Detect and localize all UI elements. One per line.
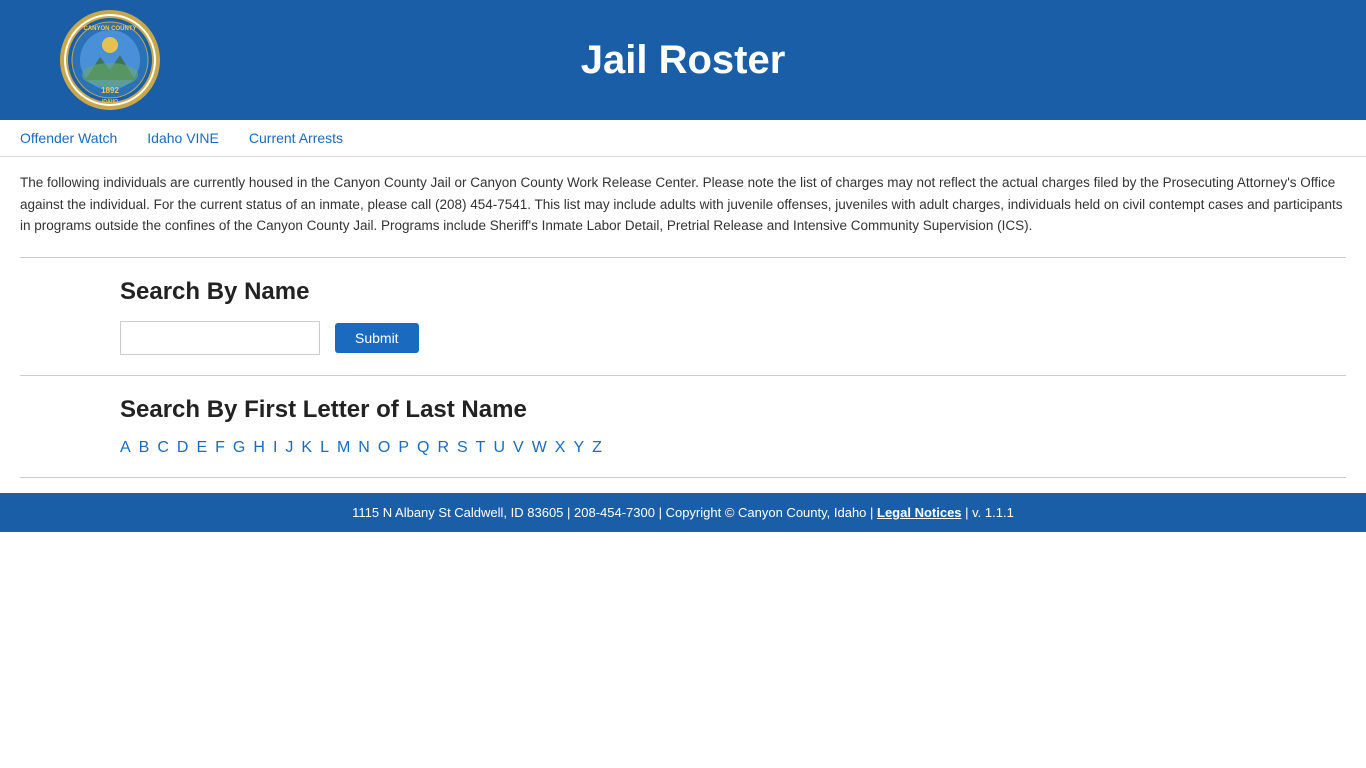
alpha-link-s[interactable]: S [457, 439, 468, 457]
alpha-link-m[interactable]: M [337, 439, 350, 457]
county-seal: 1892 CANYON COUNTY IDAHO [60, 10, 160, 110]
name-search-input[interactable] [120, 321, 320, 355]
divider-mid [20, 375, 1346, 376]
alpha-link-y[interactable]: Y [573, 439, 584, 457]
alpha-link-v[interactable]: V [513, 439, 524, 457]
footer-version: | v. 1.1.1 [962, 505, 1014, 520]
alpha-link-d[interactable]: D [177, 439, 189, 457]
svg-text:IDAHO: IDAHO [102, 99, 118, 105]
alphabet-row: ABCDEFGHIJKLMNOPQRSTUVWXYZ [120, 439, 1246, 457]
seal-svg: 1892 CANYON COUNTY IDAHO [65, 15, 155, 105]
nav-current-arrests[interactable]: Current Arrests [249, 130, 343, 146]
alpha-link-e[interactable]: E [196, 439, 207, 457]
alpha-link-b[interactable]: B [139, 439, 150, 457]
alpha-link-c[interactable]: C [157, 439, 169, 457]
svg-text:CANYON COUNTY: CANYON COUNTY [83, 26, 136, 32]
nav-offender-watch[interactable]: Offender Watch [20, 130, 117, 146]
page-title: Jail Roster [581, 38, 786, 83]
nav-bar: Offender Watch Idaho VINE Current Arrest… [0, 120, 1366, 157]
alpha-link-f[interactable]: F [215, 439, 225, 457]
logo-container: 1892 CANYON COUNTY IDAHO [60, 10, 160, 110]
alpha-link-o[interactable]: O [378, 439, 390, 457]
footer: 1115 N Albany St Caldwell, ID 83605 | 20… [0, 493, 1366, 532]
alpha-link-x[interactable]: X [555, 439, 566, 457]
search-name-title: Search By Name [120, 278, 1246, 306]
main-content: The following individuals are currently … [0, 157, 1366, 493]
alpha-link-u[interactable]: U [493, 439, 505, 457]
nav-idaho-vine[interactable]: Idaho VINE [147, 130, 219, 146]
alpha-link-n[interactable]: N [358, 439, 370, 457]
alpha-link-w[interactable]: W [532, 439, 547, 457]
submit-button[interactable]: Submit [335, 323, 419, 353]
search-name-section: Search By Name Submit [20, 278, 1346, 355]
alpha-link-q[interactable]: Q [417, 439, 429, 457]
alpha-link-z[interactable]: Z [592, 439, 602, 457]
svg-text:1892: 1892 [101, 86, 119, 95]
alpha-link-a[interactable]: A [120, 439, 131, 457]
description-text: The following individuals are currently … [20, 172, 1346, 237]
search-letter-title: Search By First Letter of Last Name [120, 396, 1246, 424]
alpha-link-g[interactable]: G [233, 439, 245, 457]
alpha-link-j[interactable]: J [285, 439, 293, 457]
alpha-link-h[interactable]: H [253, 439, 265, 457]
page-header: 1892 CANYON COUNTY IDAHO Jail Roster [0, 0, 1366, 120]
divider-top [20, 257, 1346, 258]
divider-bot [20, 477, 1346, 478]
alpha-link-r[interactable]: R [437, 439, 449, 457]
alpha-link-i[interactable]: I [273, 439, 277, 457]
search-letter-section: Search By First Letter of Last Name ABCD… [20, 396, 1346, 457]
legal-notices-link[interactable]: Legal Notices [877, 505, 962, 520]
alpha-link-k[interactable]: K [301, 439, 312, 457]
footer-text: 1115 N Albany St Caldwell, ID 83605 | 20… [352, 505, 877, 520]
alpha-link-p[interactable]: P [398, 439, 409, 457]
search-name-row: Submit [120, 321, 1246, 355]
alpha-link-t[interactable]: T [476, 439, 486, 457]
alpha-link-l[interactable]: L [320, 439, 329, 457]
